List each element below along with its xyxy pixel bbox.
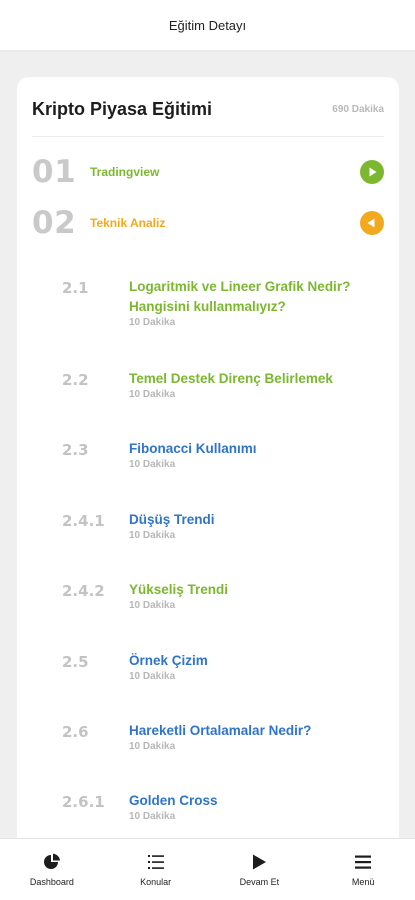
- play-icon: [249, 852, 269, 872]
- lesson-number: 2.6: [62, 723, 89, 741]
- tab-konular[interactable]: Konular: [104, 839, 208, 900]
- lesson-item[interactable]: 2.4.1 Düşüş Trendi 10 Dakika: [62, 510, 389, 570]
- course-card: Kripto Piyasa Eğitimi 690 Dakika 01 Trad…: [17, 77, 399, 877]
- tab-devam-et[interactable]: Devam Et: [208, 839, 312, 900]
- lesson-duration: 10 Dakika: [129, 741, 176, 752]
- lesson-item[interactable]: 2.5 Örnek Çizim 10 Dakika: [62, 651, 389, 711]
- play-icon[interactable]: [360, 160, 384, 184]
- lesson-title: Düşüş Trendi: [129, 512, 215, 527]
- tab-menu[interactable]: Menü: [311, 839, 415, 900]
- top-bar: Eğitim Detayı: [0, 0, 415, 50]
- section-number: 02: [32, 205, 77, 241]
- lesson-duration: 10 Dakika: [129, 671, 176, 682]
- lesson-title: Temel Destek Direnç Belirlemek: [129, 371, 333, 386]
- list-icon: [146, 852, 166, 872]
- lesson-number: 2.4.1: [62, 512, 105, 530]
- lesson-title: Hareketli Ortalamalar Nedir?: [129, 723, 312, 738]
- tab-label: Konular: [140, 877, 172, 887]
- bottom-tab-bar: Dashboard Konular Devam Et Menü: [0, 838, 415, 900]
- lesson-item[interactable]: 2.6 Hareketli Ortalamalar Nedir? 10 Daki…: [62, 721, 389, 781]
- lesson-number: 2.3: [62, 441, 89, 459]
- lesson-item[interactable]: 2.2 Temel Destek Direnç Belirlemek 10 Da…: [62, 369, 389, 429]
- lesson-item[interactable]: 2.4.2 Yükseliş Trendi 10 Dakika: [62, 580, 389, 640]
- lesson-title: Yükseliş Trendi: [129, 582, 229, 597]
- lesson-duration: 10 Dakika: [129, 530, 176, 541]
- section-label: Teknik Analiz: [90, 216, 166, 230]
- lesson-number: 2.5: [62, 653, 89, 671]
- tab-label: Dashboard: [29, 877, 74, 887]
- lesson-number: 2.1: [62, 279, 89, 297]
- lesson-number: 2.2: [62, 371, 89, 389]
- lesson-duration: 10 Dakika: [129, 459, 176, 470]
- section-number: 01: [32, 154, 77, 190]
- lesson-title: Logaritmik ve Lineer Grafik Nedir? Hangi…: [129, 279, 351, 314]
- section-label: Tradingview: [90, 165, 160, 179]
- page-title: Eğitim Detayı: [168, 17, 247, 33]
- lesson-duration: 10 Dakika: [129, 389, 176, 400]
- lesson-duration: 10 Dakika: [129, 600, 176, 611]
- course-duration: 690 Dakika: [332, 104, 384, 115]
- lesson-duration: 10 Dakika: [129, 317, 176, 328]
- tab-dashboard[interactable]: Dashboard: [0, 839, 104, 900]
- lesson-number: 2.4.2: [62, 582, 105, 600]
- menu-icon: [353, 852, 373, 872]
- lesson-title: Golden Cross: [129, 793, 218, 808]
- lesson-duration: 10 Dakika: [129, 811, 176, 822]
- lesson-item[interactable]: 2.1 Logaritmik ve Lineer Grafik Nedir? H…: [62, 277, 389, 337]
- pie-chart-icon: [42, 852, 62, 872]
- lesson-title: Fibonacci Kullanımı: [129, 441, 257, 456]
- lesson-item[interactable]: 2.3 Fibonacci Kullanımı 10 Dakika: [62, 439, 389, 499]
- section-teknik-analiz[interactable]: 02 Teknik Analiz: [32, 203, 384, 243]
- tab-label: Menü: [351, 877, 375, 887]
- back-icon[interactable]: [360, 211, 384, 235]
- course-title: Kripto Piyasa Eğitimi: [32, 99, 213, 119]
- tab-label: Devam Et: [239, 877, 280, 887]
- section-tradingview[interactable]: 01 Tradingview: [32, 152, 384, 192]
- course-header: Kripto Piyasa Eğitimi 690 Dakika: [32, 95, 384, 137]
- lesson-title: Örnek Çizim: [129, 653, 208, 668]
